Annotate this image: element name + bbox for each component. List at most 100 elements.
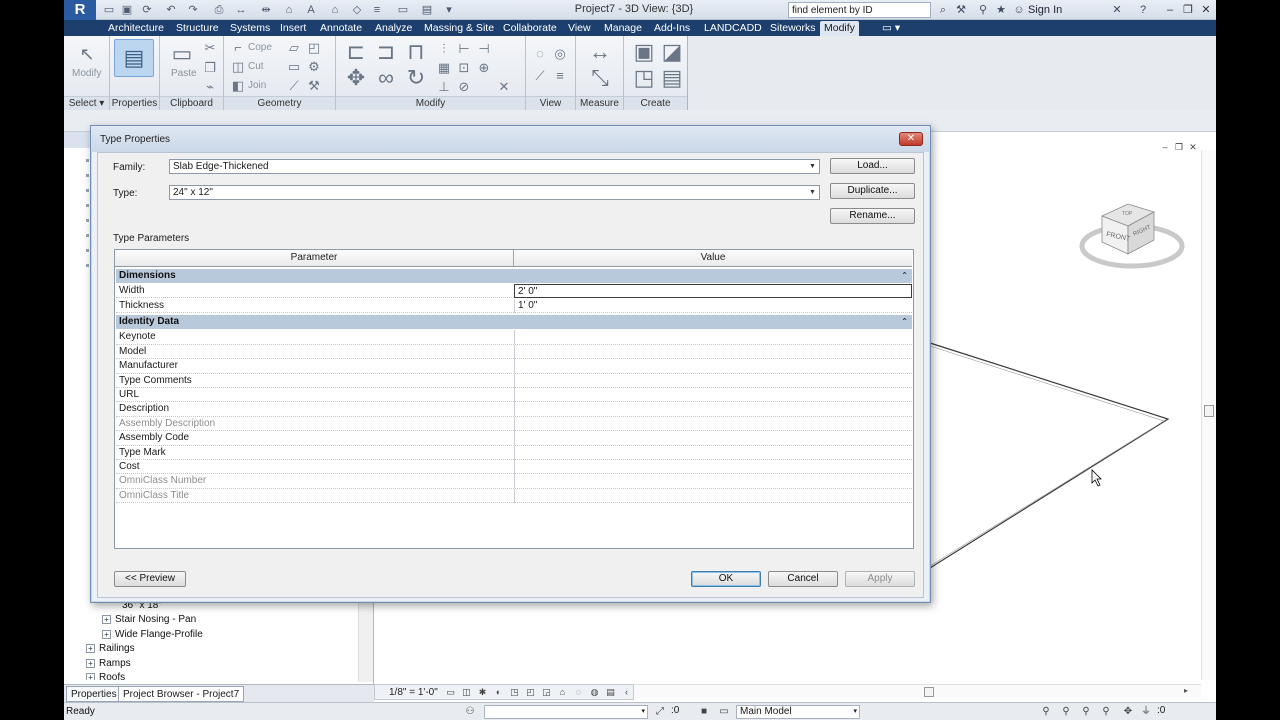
section-icon[interactable]: ◇ bbox=[350, 3, 364, 17]
cost-value-field[interactable] bbox=[514, 460, 912, 474]
undo-icon[interactable]: ↶ bbox=[164, 3, 178, 17]
lock-view-icon[interactable]: ⌂ bbox=[557, 687, 568, 698]
type-comments-value-field[interactable] bbox=[514, 373, 912, 388]
collapse-icon[interactable]: ⌃ bbox=[901, 269, 908, 283]
search-input[interactable] bbox=[788, 2, 931, 18]
tab-collaborate[interactable]: Collaborate bbox=[499, 21, 561, 36]
cut-geometry-icon[interactable]: ◫ bbox=[230, 59, 246, 75]
view-vertical-scrollbar[interactable] bbox=[1201, 150, 1216, 680]
trim-extend-icon[interactable]: ⊥ bbox=[436, 79, 452, 95]
measure-icon[interactable]: ↔ bbox=[234, 3, 248, 17]
tag-icon[interactable]: ⌂ bbox=[282, 3, 296, 17]
tree-item-roofs[interactable]: + Roofs bbox=[86, 672, 125, 680]
visual-style-icon[interactable]: ◫ bbox=[461, 687, 472, 698]
array-icon[interactable]: ▦ bbox=[436, 60, 452, 76]
expand-icon[interactable]: + bbox=[86, 644, 95, 653]
paste-icon[interactable]: ▭ bbox=[168, 40, 196, 68]
tab-add-ins[interactable]: Add-Ins bbox=[650, 21, 694, 36]
unpin-icon[interactable]: ⊘ bbox=[456, 79, 472, 95]
override-graphics-icon[interactable]: ◎ bbox=[552, 46, 568, 62]
create-group-icon[interactable]: ◳ bbox=[630, 64, 658, 92]
tree-item-wide-flange[interactable]: + Wide Flange-Profile bbox=[102, 629, 203, 640]
pin-icon[interactable]: ⊕ bbox=[476, 60, 492, 76]
view-minimize-icon[interactable]: – bbox=[1160, 142, 1170, 152]
sync-icon[interactable]: ⟳ bbox=[140, 3, 154, 17]
type-dropdown[interactable]: 24" x 12" ▼ bbox=[169, 185, 820, 200]
tab-siteworks[interactable]: Siteworks bbox=[766, 21, 820, 36]
cut-geometry-label[interactable]: Cut bbox=[248, 61, 264, 72]
thickness-value-field[interactable]: 1' 0" bbox=[514, 298, 912, 313]
filter-icon[interactable]: ⏚ bbox=[1140, 706, 1152, 718]
dialog-close-icon[interactable]: ✕ bbox=[899, 132, 923, 146]
join-label[interactable]: Join bbox=[248, 80, 266, 91]
tab-architecture[interactable]: Architecture bbox=[104, 21, 168, 36]
modify-cursor-icon[interactable]: ↖ bbox=[73, 40, 101, 68]
switch-windows-icon[interactable]: ▤ bbox=[420, 3, 434, 17]
tab-insert[interactable]: Insert bbox=[276, 21, 310, 36]
param-row-type-mark[interactable]: Type Mark bbox=[116, 445, 912, 460]
tab-project-browser[interactable]: Project Browser - Project7 bbox=[118, 686, 245, 702]
parameter-column-header[interactable]: Parameter bbox=[115, 250, 513, 266]
subscription-icon[interactable]: ⚒ bbox=[954, 3, 968, 17]
type-properties-button[interactable]: ▤ bbox=[114, 39, 154, 77]
tree-item-ramps[interactable]: + Ramps bbox=[86, 658, 131, 669]
rotate-icon[interactable]: ↻ bbox=[402, 64, 430, 92]
param-row-omniclass-number[interactable]: OmniClass Number bbox=[116, 474, 912, 489]
dialog-titlebar[interactable]: Type Properties ✕ bbox=[91, 126, 930, 152]
analysis-icon[interactable]: ▤ bbox=[605, 687, 616, 698]
param-row-assembly-description[interactable]: Assembly Description bbox=[116, 416, 912, 432]
tab-overflow-icon[interactable]: ▭ ▾ bbox=[878, 21, 904, 36]
open-icon[interactable]: ▭ bbox=[102, 3, 116, 17]
param-row-width[interactable]: Width 2' 0" bbox=[116, 284, 912, 299]
tab-annotate[interactable]: Annotate bbox=[316, 21, 366, 36]
move-icon[interactable]: ✥ bbox=[342, 64, 370, 92]
modify-tool-label[interactable]: Modify bbox=[72, 68, 101, 79]
detail-level-icon[interactable]: ▭ bbox=[445, 687, 456, 698]
paste-label[interactable]: Paste bbox=[171, 68, 197, 79]
scroll-thumb[interactable] bbox=[1204, 405, 1214, 417]
view-restore-icon[interactable]: ❐ bbox=[1174, 142, 1184, 152]
reveal-hidden-icon[interactable]: ◍ bbox=[589, 687, 600, 698]
3d-view-icon[interactable]: ⌂ bbox=[328, 3, 342, 17]
scale-icon[interactable]: ⊡ bbox=[456, 60, 472, 76]
select-links-icon[interactable]: ⚲ bbox=[1040, 706, 1052, 718]
tab-view[interactable]: View bbox=[564, 21, 595, 36]
thin-lines-icon[interactable]: ≡ bbox=[370, 3, 384, 17]
application-menu-button[interactable]: R bbox=[64, 0, 96, 20]
tab-massing-site[interactable]: Massing & Site bbox=[420, 21, 498, 36]
temp-hide-icon[interactable]: ◌ bbox=[573, 687, 584, 698]
load-button[interactable]: Load... bbox=[830, 158, 915, 174]
create-similar-icon[interactable]: ▤ bbox=[658, 64, 686, 92]
create-assembly-icon[interactable]: ▣ bbox=[630, 38, 658, 66]
tree-item-railings[interactable]: + Railings bbox=[86, 643, 135, 654]
render-icon[interactable]: ◳ bbox=[509, 687, 520, 698]
communication-icon[interactable]: ⚲ bbox=[976, 3, 990, 17]
expand-icon[interactable]: + bbox=[102, 630, 111, 639]
wall-joins-icon[interactable]: ▭ bbox=[286, 59, 302, 75]
offset-icon[interactable]: ⊐ bbox=[372, 38, 400, 66]
width-value-field[interactable]: 2' 0" bbox=[514, 284, 912, 298]
cut-icon[interactable]: ✂ bbox=[202, 40, 218, 56]
tab-structure[interactable]: Structure bbox=[172, 21, 223, 36]
manufacturer-value-field[interactable] bbox=[514, 359, 912, 374]
copy-element-icon[interactable]: ∞ bbox=[372, 64, 400, 92]
tab-landcadd[interactable]: LANDCADD bbox=[700, 21, 766, 36]
workset-dropdown[interactable]: ▾ bbox=[484, 705, 648, 719]
pick-icon[interactable]: ⟋ bbox=[286, 78, 302, 94]
viewcube[interactable]: FRONT RIGHT TOP bbox=[1078, 198, 1188, 278]
drag-elements-icon[interactable]: ✥ bbox=[1122, 706, 1134, 718]
param-row-cost[interactable]: Cost bbox=[116, 460, 912, 475]
create-parts-icon[interactable]: ◪ bbox=[658, 38, 686, 66]
save-icon[interactable]: ▣ bbox=[120, 3, 134, 17]
select-panel-label[interactable]: Select ▾ bbox=[64, 96, 109, 110]
value-column-header[interactable]: Value bbox=[514, 250, 912, 266]
scroll-right-icon[interactable]: ▸ bbox=[1184, 686, 1188, 695]
collapse-icon[interactable]: ⌃ bbox=[901, 315, 908, 329]
binoculars-icon[interactable]: ⌕ bbox=[936, 3, 950, 17]
model-value-field[interactable] bbox=[514, 344, 912, 359]
view-close-icon[interactable]: ✕ bbox=[1188, 142, 1198, 152]
customize-qat-icon[interactable]: ▾ bbox=[442, 3, 456, 17]
dimension-icon[interactable]: ⇹ bbox=[259, 3, 273, 17]
hammer-icon[interactable]: ⚒ bbox=[306, 78, 322, 94]
expand-icon[interactable]: + bbox=[86, 673, 95, 680]
